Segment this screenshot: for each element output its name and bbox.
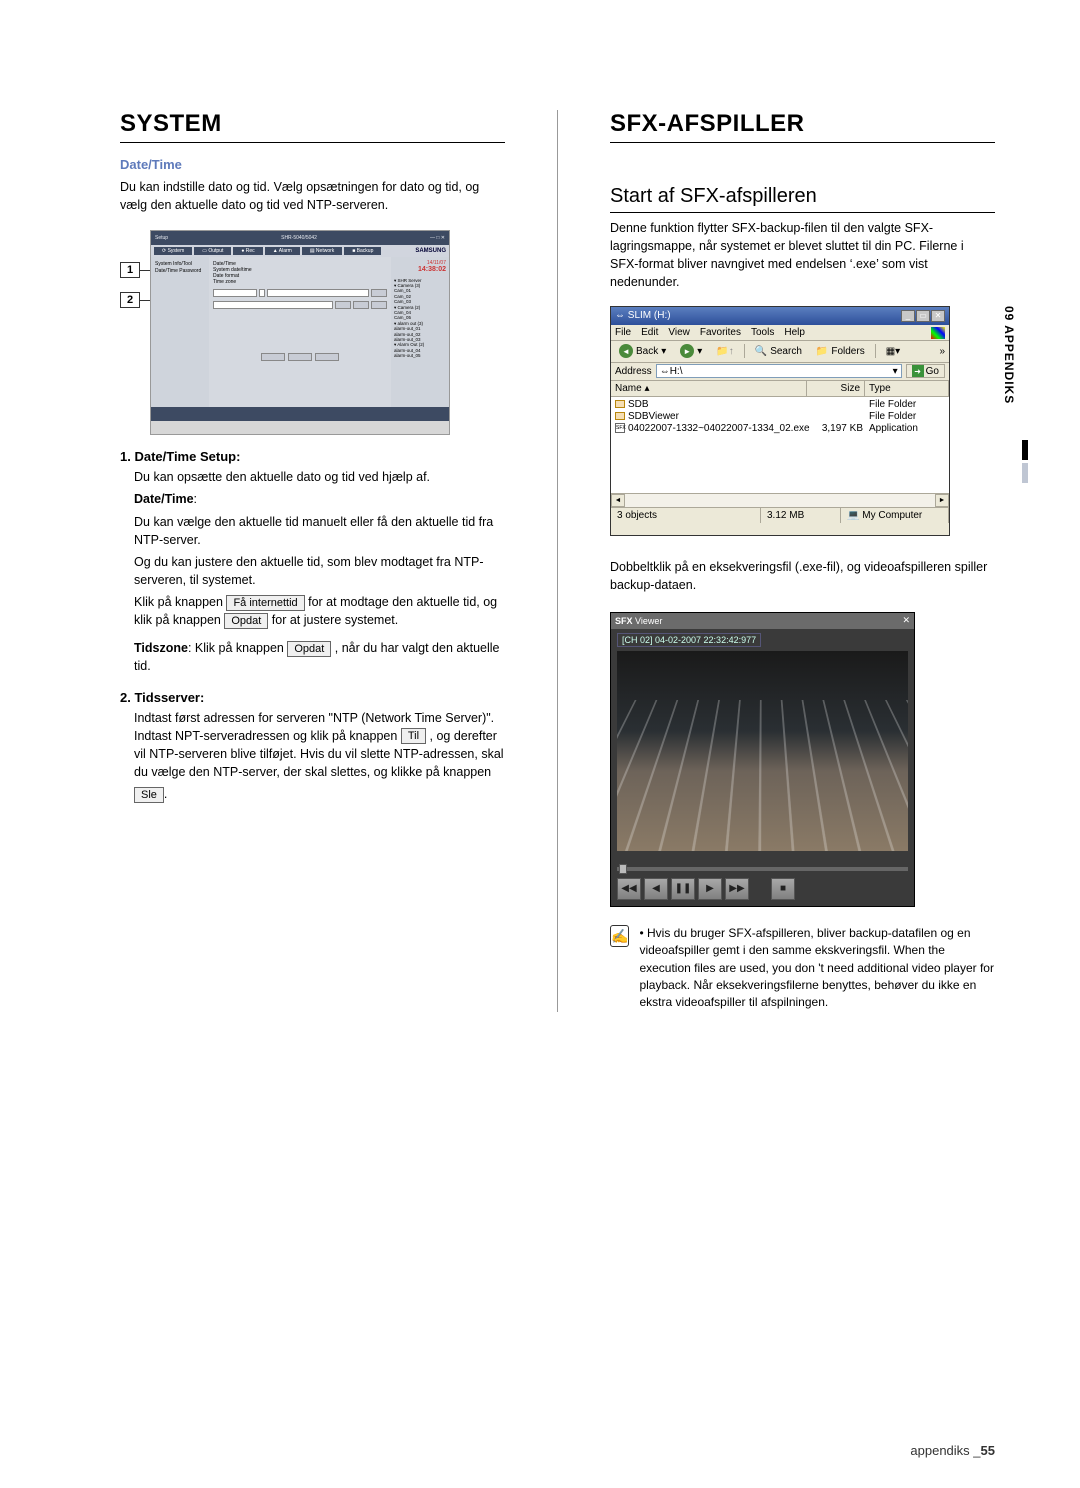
btn-sle[interactable]: Sle [134, 787, 164, 803]
menu-favorites[interactable]: Favorites [700, 327, 741, 338]
views-button[interactable]: ▦▾ [882, 343, 904, 359]
col-size[interactable]: Size [807, 381, 865, 396]
col-type[interactable]: Type [865, 381, 949, 396]
address-label: Address [615, 366, 652, 377]
note-icon: ✍ [610, 925, 629, 947]
viewer-close-button[interactable]: ✕ [902, 615, 910, 626]
step1-p4: Klik på knappen Få internettid for at mo… [134, 593, 505, 629]
file-list: SDB File Folder SDBViewer File Folder SF… [611, 397, 949, 493]
side-index-bars [1022, 440, 1028, 486]
folders-button[interactable]: 📁 Folders [812, 343, 869, 359]
datetime-bold: Date/Time [134, 492, 194, 506]
btn-opdat-2[interactable]: Opdat [287, 641, 331, 657]
rewind-button[interactable]: ◀ [644, 878, 668, 900]
page-footer: appendiks _55 [910, 1443, 995, 1458]
list-item[interactable]: SDB File Folder [615, 399, 945, 410]
sfx-title: SFX-AFSPILLER [610, 110, 995, 143]
col-name[interactable]: Name ▴ [611, 381, 807, 396]
column-divider [557, 110, 558, 1012]
go-button[interactable]: ➜Go [906, 364, 945, 378]
exe-icon: SFX [615, 423, 625, 433]
stop-button[interactable]: ■ [771, 878, 795, 900]
viewer-title: Viewer [635, 616, 662, 626]
step2-p: Indtast først adressen for serveren "NTP… [134, 709, 505, 782]
callout-1: 1 [120, 262, 140, 278]
forward-button[interactable]: ► ▾ [676, 343, 706, 359]
folder-icon [615, 412, 625, 420]
btn-internettid[interactable]: Få internettid [226, 595, 304, 611]
menu-view[interactable]: View [668, 327, 690, 338]
pause-button[interactable]: ❚❚ [671, 878, 695, 900]
video-overlay-label: [CH 02] 04-02-2007 22:32:42:977 [617, 633, 761, 647]
status-count: 3 objects [611, 508, 761, 523]
menu-file[interactable]: File [615, 327, 631, 338]
list-item[interactable]: SFX04022007-1332~04022007-1334_02.exe 3,… [615, 423, 945, 434]
search-button[interactable]: 🔍 Search [751, 343, 806, 359]
datetime-screenshot: 1 2 Setup SHR-5040/5042 — □ ✕ ⟳ System▭ … [120, 230, 505, 435]
list-item[interactable]: SDBViewer File Folder [615, 411, 945, 422]
address-field[interactable]: ⇔ H:\▾ [656, 364, 902, 378]
menu-bar: File Edit View Favorites Tools Help [611, 325, 949, 341]
video-frame [617, 651, 908, 851]
side-tab-label: 09 APPENDIKS [1002, 306, 1016, 404]
step1-head: 1. Date/Time Setup: [120, 449, 505, 464]
rewind-fast-button[interactable]: ◀◀ [617, 878, 641, 900]
step2-head: 2. Tidsserver: [120, 690, 505, 705]
step1-p1: Du kan opsætte den aktuelle dato og tid … [134, 468, 505, 486]
btn-til[interactable]: Til [401, 728, 426, 744]
minimize-button[interactable]: _ [901, 310, 915, 322]
sfx-intro: Denne funktion flytter SFX-backup-filen … [610, 219, 995, 292]
btn-opdat-1[interactable]: Opdat [224, 613, 268, 629]
close-button[interactable]: ✕ [931, 310, 945, 322]
seek-slider[interactable] [617, 864, 908, 874]
callout-2: 2 [120, 292, 140, 308]
h-scrollbar[interactable]: ◄► [611, 493, 949, 507]
folder-icon [615, 400, 625, 408]
step1-p3: Og du kan justere den aktuelle tid, som … [134, 553, 505, 589]
status-loc: 💻 My Computer [841, 508, 949, 523]
explorer-window: ⇔ SLIM (H:) _ ▭ ✕ File Edit View Favorit… [610, 306, 950, 536]
step1-tz: Tidszone: Klik på knappen Opdat , når du… [134, 639, 505, 675]
menu-tools[interactable]: Tools [751, 327, 774, 338]
status-size: 3.12 MB [761, 508, 841, 523]
play-button[interactable]: ▶ [698, 878, 722, 900]
back-button[interactable]: ◄Back ▾ [615, 343, 670, 359]
toolbar-more-icon[interactable]: » [939, 346, 945, 357]
menu-help[interactable]: Help [784, 327, 805, 338]
sfx-viewer-window: SFX Viewer ✕ [CH 02] 04-02-2007 22:32:42… [610, 612, 915, 907]
after-explorer: Dobbeltklik på en eksekveringsfil (.exe-… [610, 558, 995, 594]
date-time-heading: Date/Time [120, 157, 505, 172]
system-title: SYSTEM [120, 110, 505, 143]
sfx-h2: Start af SFX-afspilleren [610, 185, 995, 213]
note-text: • Hvis du bruger SFX-afspilleren, bliver… [639, 925, 995, 1012]
windows-flag-icon [931, 327, 945, 339]
step1-p2: Du kan vælge den aktuelle tid manuelt el… [134, 513, 505, 549]
up-button[interactable]: 📁↑ [712, 343, 737, 359]
explorer-title: SLIM (H:) [628, 310, 671, 321]
menu-edit[interactable]: Edit [641, 327, 658, 338]
date-time-intro: Du kan indstille dato og tid. Vælg opsæt… [120, 178, 505, 214]
maximize-button[interactable]: ▭ [916, 310, 930, 322]
forward-fast-button[interactable]: ▶▶ [725, 878, 749, 900]
